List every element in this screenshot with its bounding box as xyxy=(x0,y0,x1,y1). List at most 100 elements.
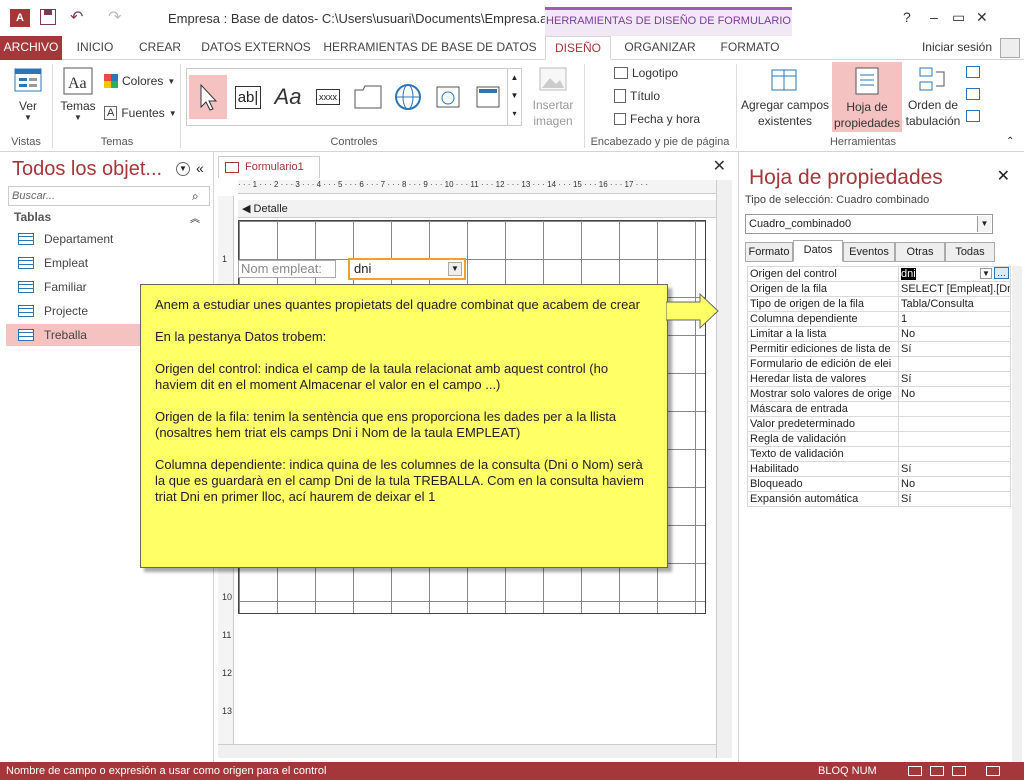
property-value[interactable] xyxy=(898,401,1011,417)
property-value[interactable]: No xyxy=(898,476,1011,492)
tab-diseno[interactable]: DISEÑO xyxy=(545,36,611,60)
property-value[interactable] xyxy=(898,416,1011,432)
small-tool-icon[interactable] xyxy=(966,110,980,122)
tab-datos-externos[interactable]: DATOS EXTERNOS xyxy=(196,36,316,60)
detail-section-bar[interactable]: ◀ Detalle xyxy=(238,200,716,218)
redo-icon[interactable]: ↷ xyxy=(108,7,121,27)
nav-section-header[interactable]: Tablas xyxy=(14,210,51,224)
property-value[interactable]: No xyxy=(898,326,1011,342)
web-browser-control-icon[interactable] xyxy=(429,75,467,119)
add-existing-fields-button[interactable]: Agregar campos existentes xyxy=(740,66,830,132)
horizontal-scrollbar[interactable] xyxy=(218,744,716,758)
button-control-icon[interactable]: xxxx xyxy=(309,75,347,119)
property-value[interactable]: No xyxy=(898,386,1011,402)
property-row[interactable]: Permitir ediciones de lista de Sí xyxy=(747,341,1011,357)
nav-item-departament[interactable]: Departament xyxy=(6,228,210,250)
vertical-scrollbar[interactable] xyxy=(716,180,732,758)
property-value[interactable]: SELECT [Empleat].[Dni xyxy=(898,281,1011,297)
tab-eventos-prop[interactable]: Eventos xyxy=(843,242,895,262)
sign-in-link[interactable]: Iniciar sesión xyxy=(922,40,992,54)
document-tab-formulario[interactable]: Formulario1 xyxy=(218,156,320,178)
navigation-control-icon[interactable] xyxy=(469,75,507,119)
tab-crear[interactable]: CREAR xyxy=(130,36,190,60)
datasheet-view-icon[interactable] xyxy=(952,766,966,776)
property-scrollbar[interactable] xyxy=(1012,266,1022,762)
close-document-icon[interactable]: ✕ xyxy=(713,156,726,176)
property-row[interactable]: Columna dependiente 1 xyxy=(747,311,1011,327)
date-time-button[interactable]: Fecha y hora xyxy=(614,112,700,126)
collapse-pane-icon[interactable]: « xyxy=(196,160,204,176)
property-value[interactable]: 1 xyxy=(898,311,1011,327)
property-row[interactable]: Mostrar solo valores de orige No xyxy=(747,386,1011,402)
themes-button[interactable]: Aa Temas ▼ xyxy=(58,66,98,130)
insert-image-button[interactable]: Insertar imagen xyxy=(526,66,580,130)
tab-datos-prop[interactable]: Datos xyxy=(793,240,843,262)
property-value[interactable] xyxy=(898,431,1011,447)
label-control-icon[interactable]: Aa xyxy=(269,75,307,119)
property-row[interactable]: Texto de validación xyxy=(747,446,1011,462)
selected-object-dropdown[interactable]: Cuadro_combinado0 ▼ xyxy=(745,214,993,234)
help-button[interactable]: ? xyxy=(903,9,911,25)
property-row[interactable]: Origen de la fila SELECT [Empleat].[Dni xyxy=(747,281,1011,297)
property-row[interactable]: Regla de validación xyxy=(747,431,1011,447)
small-tool-icon[interactable] xyxy=(966,88,980,100)
property-row[interactable]: Formulario de edición de elei xyxy=(747,356,1011,372)
hyperlink-control-icon[interactable] xyxy=(389,75,427,119)
property-value[interactable]: dni ▼… xyxy=(898,266,1011,282)
textbox-control-icon[interactable]: ab| xyxy=(229,75,267,119)
select-pointer-icon[interactable] xyxy=(189,75,227,119)
tab-order-button[interactable]: Orden de tabulación xyxy=(904,66,962,132)
logo-button[interactable]: Logotipo xyxy=(614,66,678,80)
builder-button-icon[interactable]: … xyxy=(994,267,1009,279)
property-value[interactable]: Sí xyxy=(898,491,1011,507)
tab-inicio[interactable]: INICIO xyxy=(66,36,124,60)
nav-dropdown-icon[interactable]: ▼ xyxy=(176,162,190,176)
tab-otras-prop[interactable]: Otras xyxy=(895,242,945,262)
design-view-icon[interactable] xyxy=(986,766,1000,776)
property-row[interactable]: Expansión automática Sí xyxy=(747,491,1011,507)
combo-box-control[interactable]: dni ▼ xyxy=(348,258,466,280)
close-icon[interactable]: ✕ xyxy=(997,166,1010,186)
property-value[interactable]: Sí xyxy=(898,371,1011,387)
layout-view-icon[interactable] xyxy=(930,766,944,776)
small-tool-icon[interactable] xyxy=(966,66,980,78)
property-row[interactable]: Heredar lista de valores Sí xyxy=(747,371,1011,387)
nav-pane-title[interactable]: Todos los objet... xyxy=(12,158,162,181)
chevron-down-icon[interactable]: ▼ xyxy=(980,268,992,279)
avatar[interactable] xyxy=(1000,38,1020,58)
search-icon[interactable]: ⌕ xyxy=(192,189,199,204)
access-app-icon[interactable]: A xyxy=(10,9,30,27)
tab-formato[interactable]: FORMATO xyxy=(708,36,792,60)
property-value[interactable] xyxy=(898,356,1011,372)
property-sheet-button[interactable]: Hoja de propiedades xyxy=(832,62,902,132)
property-row[interactable]: Limitar a la lista No xyxy=(747,326,1011,342)
restore-button[interactable]: ▭ xyxy=(952,9,965,26)
tab-archivo[interactable]: ARCHIVO xyxy=(0,36,62,60)
tab-control-icon[interactable] xyxy=(349,75,387,119)
view-button[interactable]: Ver ▼ xyxy=(10,66,46,128)
property-row[interactable]: Habilitado Sí xyxy=(747,461,1011,477)
collapse-ribbon-icon[interactable]: ⌃ xyxy=(1006,136,1014,147)
property-value[interactable]: Tabla/Consulta xyxy=(898,296,1011,312)
gallery-scroll[interactable]: ▲ ▼ ▾ xyxy=(507,69,521,125)
property-value[interactable]: Sí xyxy=(898,461,1011,477)
tab-formato-prop[interactable]: Formato xyxy=(745,242,793,262)
tab-organizar[interactable]: ORGANIZAR xyxy=(618,36,702,60)
save-icon[interactable] xyxy=(40,9,56,25)
nav-search-input[interactable]: Buscar... xyxy=(8,186,210,206)
property-value[interactable] xyxy=(898,446,1011,462)
property-row[interactable]: Máscara de entrada xyxy=(747,401,1011,417)
property-value[interactable]: Sí xyxy=(898,341,1011,357)
minimize-button[interactable]: – xyxy=(930,9,938,25)
fonts-button[interactable]: A Fuentes ▼ xyxy=(104,104,177,122)
title-button[interactable]: Título xyxy=(614,89,660,103)
chevron-up-icon[interactable]: ︽ xyxy=(190,210,200,225)
tab-herramientas-bd[interactable]: HERRAMIENTAS DE BASE DE DATOS xyxy=(322,36,538,60)
property-row[interactable]: Tipo de origen de la fila Tabla/Consulta xyxy=(747,296,1011,312)
property-row[interactable]: Bloqueado No xyxy=(747,476,1011,492)
tab-todas-prop[interactable]: Todas xyxy=(945,242,995,262)
colors-button[interactable]: Colores ▼ xyxy=(104,72,175,90)
property-row[interactable]: Origen del control dni ▼… xyxy=(747,266,1011,282)
undo-icon[interactable]: ↶ xyxy=(70,7,83,27)
close-window-button[interactable]: ✕ xyxy=(976,9,988,26)
